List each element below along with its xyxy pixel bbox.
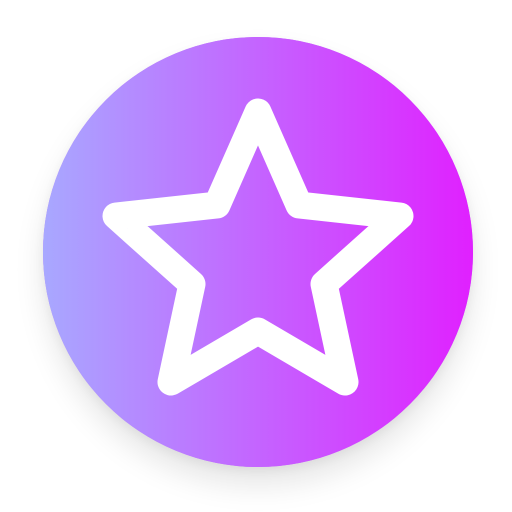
app-icon <box>0 0 512 512</box>
star-icon <box>43 37 473 467</box>
